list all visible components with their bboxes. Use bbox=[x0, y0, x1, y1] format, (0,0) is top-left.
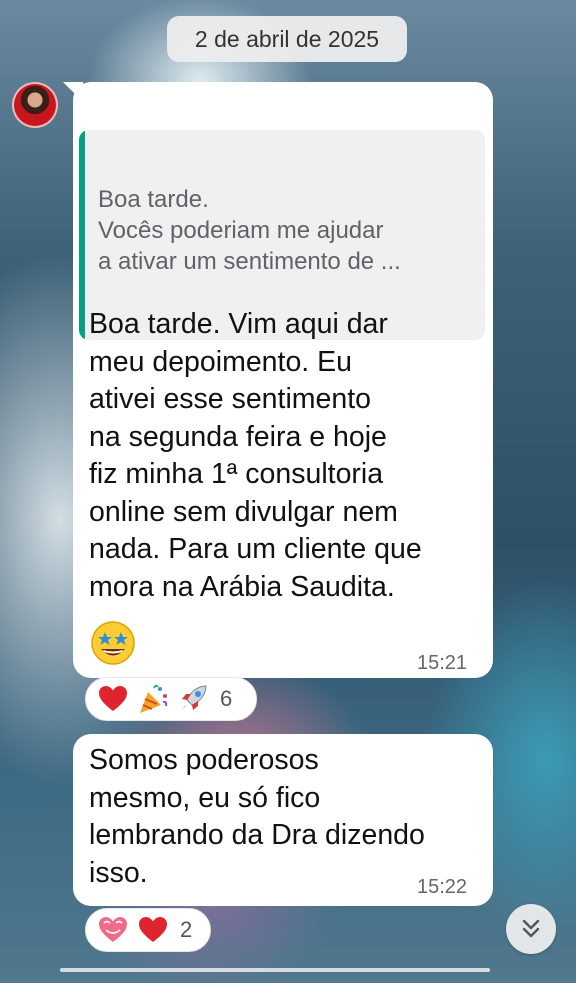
date-separator: 2 de abril de 2025 bbox=[167, 16, 407, 62]
message-timestamp: 15:21 bbox=[417, 652, 468, 674]
message-text-line: nada. Para um cliente que bbox=[89, 533, 422, 565]
quoted-text-line: Vocês poderiam me ajudar bbox=[98, 217, 384, 244]
double-chevron-down-icon bbox=[522, 919, 540, 938]
message-text-line: Somos poderosos bbox=[89, 744, 319, 776]
message-text: Somos poderosos mesmo, eu só fico lembra… bbox=[89, 742, 425, 892]
home-indicator bbox=[60, 968, 490, 972]
chat-screen: 2 de abril de 2025 Boa tarde. Vocês pode… bbox=[0, 0, 576, 983]
message-text-line: online sem divulgar nem bbox=[89, 495, 398, 528]
scroll-to-bottom-button[interactable] bbox=[506, 904, 556, 954]
message-text-line: mora na Arábia Saudita. bbox=[89, 570, 395, 603]
message-text: Boa tarde. Vim aqui dar meu depoimento. … bbox=[89, 306, 422, 606]
message-reactions[interactable]: 2 bbox=[85, 908, 211, 952]
message-text-line: na segunda feira e hoje bbox=[89, 420, 387, 453]
red-heart-icon bbox=[99, 686, 127, 711]
message-text-line: Boa tarde. Vim aqui dar bbox=[89, 308, 388, 340]
message-bubble[interactable]: Boa tarde. Vocês poderiam me ajudar a at… bbox=[73, 82, 493, 678]
message-bubble[interactable]: Somos poderosos mesmo, eu só fico lembra… bbox=[73, 734, 493, 906]
message-reactions[interactable]: 6 bbox=[85, 677, 257, 721]
sender-avatar[interactable] bbox=[12, 82, 58, 128]
rocket-icon bbox=[181, 685, 207, 711]
quote-accent-bar bbox=[79, 130, 85, 340]
quoted-text-line: a ativar um sentimento de ... bbox=[98, 248, 401, 275]
star-struck-emoji-icon bbox=[91, 621, 135, 665]
quoted-text: Boa tarde. Vocês poderiam me ajudar a at… bbox=[98, 184, 478, 277]
message-text-line: isso. bbox=[89, 856, 148, 889]
sparkling-heart-icon bbox=[99, 917, 127, 942]
message-text-line: lembrando da Dra dizendo bbox=[89, 819, 425, 851]
quoted-text-line: Boa tarde. bbox=[98, 186, 209, 213]
reaction-count: 6 bbox=[220, 686, 233, 711]
message-text-line: mesmo, eu só fico bbox=[89, 781, 321, 814]
message-text-line: ativei esse sentimento bbox=[89, 383, 371, 415]
red-heart-icon bbox=[139, 917, 167, 942]
message-timestamp: 15:22 bbox=[417, 876, 468, 898]
reaction-count: 2 bbox=[180, 917, 193, 942]
party-popper-icon bbox=[140, 684, 168, 713]
message-text-line: fiz minha 1ª consultoria bbox=[89, 458, 384, 490]
message-text-line: meu depoimento. Eu bbox=[89, 345, 352, 378]
date-separator-label: 2 de abril de 2025 bbox=[194, 25, 380, 52]
